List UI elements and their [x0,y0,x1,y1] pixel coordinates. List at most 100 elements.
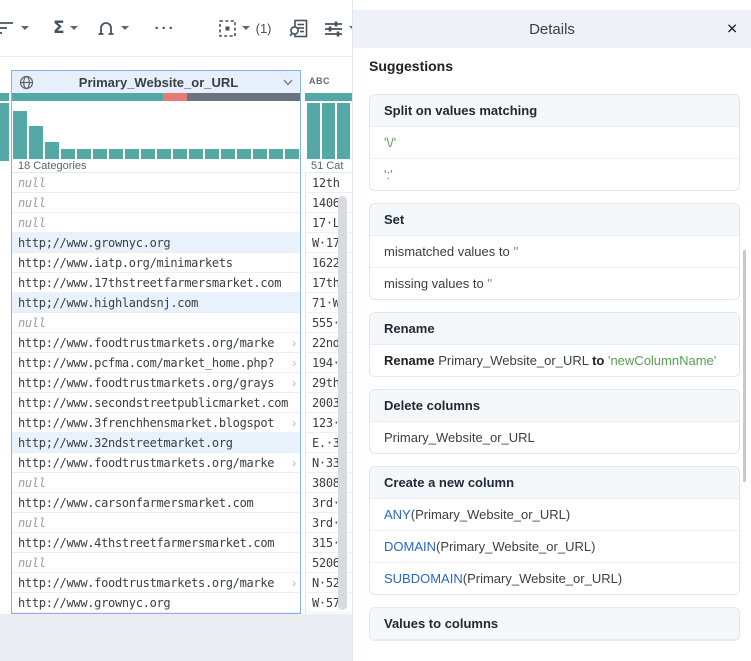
histogram-bar[interactable] [307,103,320,159]
cell-value: http;//www.highlandsnj.com [18,295,199,310]
histogram-bar[interactable] [205,149,219,159]
histogram-bar[interactable] [77,149,91,159]
table-cell[interactable]: null › [12,213,300,233]
histogram-bar[interactable] [13,111,27,159]
suggestion-split-slash[interactable]: '\/' [370,127,739,159]
histogram-bar[interactable] [269,149,283,159]
suggestion-rename[interactable]: Rename Primary_Website_or_URL to 'newCol… [370,345,739,376]
histogram-bar[interactable] [45,142,59,159]
set-text: mismatched values to [384,244,514,259]
chevron-down-icon[interactable] [283,79,293,86]
find-in-page-icon [288,19,307,37]
grid-vertical-scrollbar[interactable] [338,196,347,610]
suggestion-domain[interactable]: DOMAIN(Primary_Website_or_URL) [370,531,739,563]
truncation-chevron-icon[interactable]: › [292,336,296,350]
function-name: ANY [384,507,411,522]
table-cell[interactable]: http://www.3frenchhensmarket.blogspot › [12,413,300,433]
close-icon[interactable]: ✕ [726,21,738,38]
sigma-icon: Σ [53,18,65,38]
function-args: (Primary_Website_or_URL) [436,539,596,554]
table-cell[interactable]: http;//www.32ndstreetmarket.org › [12,433,300,453]
quality-valid-segment[interactable] [305,93,352,101]
join-button[interactable] [96,18,129,38]
suggestion-set-mismatched[interactable]: mismatched values to '' [370,236,739,268]
histogram-bar[interactable] [322,103,335,159]
table-cell[interactable]: http://www.pcfma.com/market_home.php? › [12,353,300,373]
truncation-chevron-icon[interactable]: › [292,456,296,470]
category-count-label: 51 Cat [305,159,352,173]
histogram-bar[interactable] [109,149,123,159]
truncation-chevron-icon[interactable]: › [292,356,296,370]
histogram-bar[interactable] [141,149,155,159]
sliders-icon [324,21,342,36]
table-cell[interactable]: http;//www.grownyc.org › [12,233,300,253]
column-type-label[interactable]: ABC [305,70,352,93]
table-cell[interactable]: null › [12,553,300,573]
suggestion-any[interactable]: ANY(Primary_Website_or_URL) [370,499,739,531]
cell-value: http://www.carsonfarmersmarket.com [18,495,254,510]
histogram-bar[interactable] [253,149,267,159]
table-cell[interactable]: http://www.grownyc.org › [12,593,300,613]
table-cell[interactable]: http://www.foodtrustmarkets.org/marke › [12,333,300,353]
histogram-bar[interactable] [93,149,107,159]
suggestion-subdomain[interactable]: SUBDOMAIN(Primary_Website_or_URL) [370,563,739,594]
rename-value: 'newColumnName' [604,353,717,368]
split-pattern: ':' [384,167,393,182]
truncation-chevron-icon[interactable]: › [292,376,296,390]
table-cell[interactable]: null › [12,313,300,333]
rename-to: to [592,353,605,368]
cell-value: http://www.3frenchhensmarket.blogspot [18,415,275,430]
quality-valid-segment[interactable] [12,93,163,101]
truncation-chevron-icon[interactable]: › [292,576,296,590]
cell-value: null [18,195,46,210]
column-histogram [12,101,300,159]
selection-count: (1) [255,20,272,36]
column-header[interactable]: Primary_Website_or_URL [12,71,300,93]
cell-value: http://www.foodtrustmarkets.org/marke [18,335,275,350]
table-cell[interactable]: http://www.17thstreetfarmersmarket.com › [12,273,300,293]
more-options-button[interactable]: ··· [155,20,176,37]
table-cell[interactable]: null › [12,473,300,493]
quality-mismatched-segment[interactable] [162,93,187,101]
suggestion-split-colon[interactable]: ':' [370,159,739,190]
quality-missing-segment[interactable] [186,93,300,101]
prev-column-quality-bar[interactable] [0,93,9,101]
table-cell[interactable]: http://www.foodtrustmarkets.org/grays › [12,373,300,393]
globe-icon [19,75,34,89]
prev-column-histogram-bar[interactable] [0,103,9,161]
aggregate-button[interactable]: Σ [53,18,78,38]
histogram-bar[interactable] [285,149,299,159]
table-cell[interactable]: http;//www.highlandsnj.com › [12,293,300,313]
table-cell[interactable]: 12th [306,173,352,193]
table-cell[interactable]: http://www.foodtrustmarkets.org/marke › [12,453,300,473]
histogram-bar[interactable] [61,149,75,159]
cell-value: 12th [312,175,340,190]
selection-mode-button[interactable] [218,19,250,38]
selection-square-icon [218,19,236,37]
histogram-bar[interactable] [221,149,235,159]
table-cell[interactable]: http://www.secondstreetpublicmarket.com … [12,393,300,413]
sort-filter-button[interactable] [0,17,29,39]
histogram-bar[interactable] [125,149,139,159]
table-cell[interactable]: null › [12,193,300,213]
table-cell[interactable]: http://www.iatp.org/minimarkets › [12,253,300,273]
panel-scrollbar[interactable] [743,250,746,482]
histogram-bar[interactable] [337,103,350,159]
histogram-bar[interactable] [189,149,203,159]
table-cell[interactable]: http://www.4thstreetfarmersmarket.com › [12,533,300,553]
table-cell[interactable]: null › [12,513,300,533]
histogram-bar[interactable] [157,149,171,159]
column-histogram [305,101,352,159]
table-cell[interactable]: http://www.carsonfarmersmarket.com › [12,493,300,513]
delete-column-name: Primary_Website_or_URL [384,430,535,445]
suggestion-set-missing[interactable]: missing values to '' [370,268,739,299]
histogram-bar[interactable] [29,126,43,159]
table-cell[interactable]: http://www.foodtrustmarkets.org/marke › [12,573,300,593]
truncation-chevron-icon[interactable]: › [292,416,296,430]
histogram-bar[interactable] [237,149,251,159]
cell-value: null [18,475,46,490]
histogram-bar[interactable] [173,149,187,159]
find-button[interactable] [288,18,309,39]
suggestion-delete-column[interactable]: Primary_Website_or_URL [370,422,739,453]
table-cell[interactable]: null › [12,173,300,193]
